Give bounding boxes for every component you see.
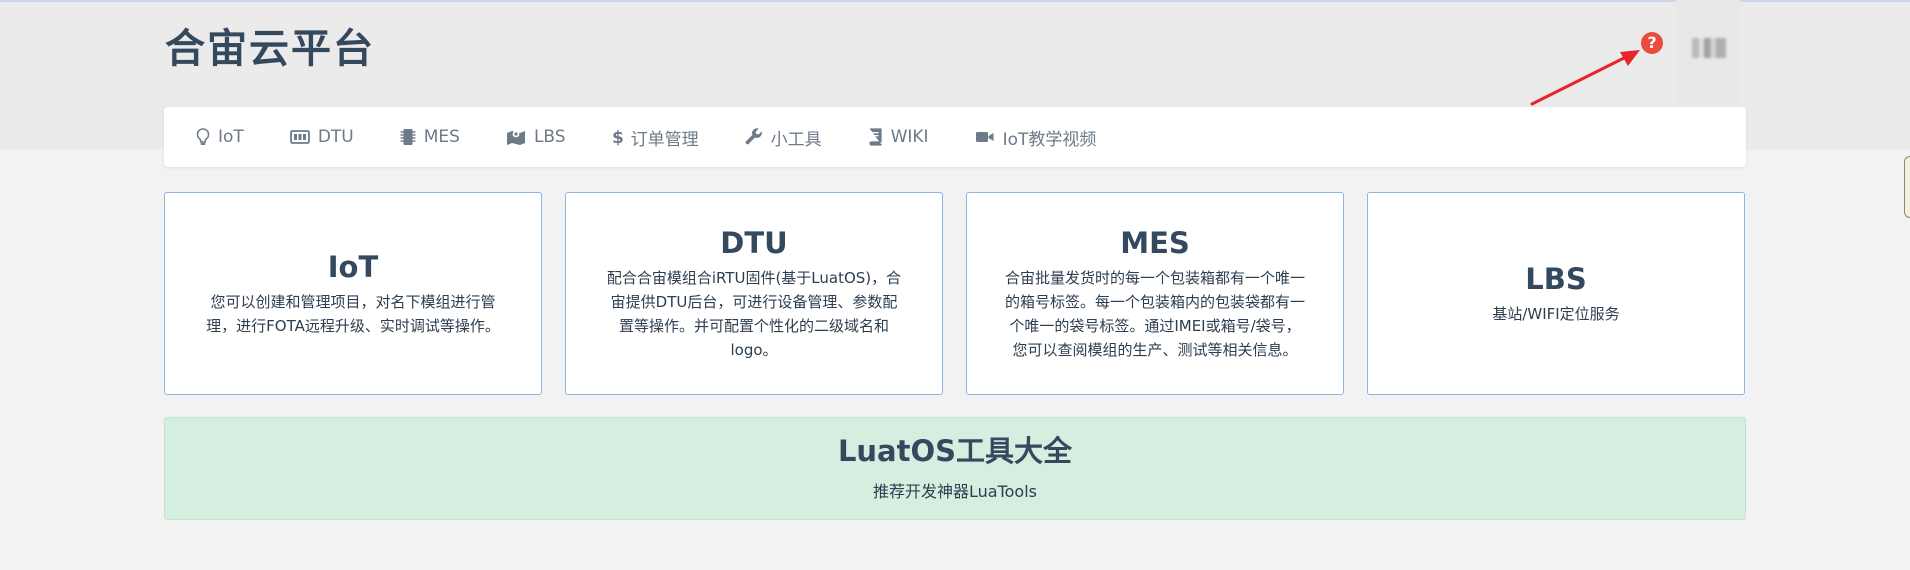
nav-item-label: DTU: [317, 127, 354, 147]
nav-item-iot[interactable]: IoT: [196, 127, 244, 147]
nav-item-label: WIKI: [890, 127, 929, 147]
avatar[interactable]: [1692, 38, 1726, 58]
chip-icon: [400, 129, 416, 145]
card-title: IoT: [327, 249, 379, 284]
nav-item-label: IoT: [218, 127, 244, 147]
dollar-icon: $: [612, 128, 623, 146]
card-lbs[interactable]: LBS 基站/WIFI定位服务: [1367, 192, 1745, 395]
brand-title[interactable]: 合宙云平台: [165, 16, 375, 74]
wrench-icon: [745, 128, 762, 145]
luatools-banner[interactable]: LuatOS工具大全 推荐开发神器LuaTools: [164, 417, 1746, 520]
svg-text:$: $: [612, 128, 623, 146]
nav-item-orders[interactable]: $ 订单管理: [612, 125, 699, 150]
nav-item-label: IoT教学视频: [1002, 129, 1097, 150]
card-iot[interactable]: IoT 您可以创建和管理项目，对名下模组进行管理，进行FOTA远程升级、实时调试…: [164, 192, 542, 395]
nav-item-dtu[interactable]: DTU: [289, 127, 354, 147]
window-top-edge: [0, 0, 1910, 2]
annotation-arrow-icon: [1530, 50, 1640, 106]
card-description: 配合合宙模组合iRTU固件(基于LuatOS)，合宙提供DTU后台，可进行设备管…: [606, 268, 902, 359]
card-description: 合宙批量发货时的每一个包装箱都有一个唯一的箱号标签。每一个包装箱内的包装袋都有一…: [1005, 268, 1306, 359]
card-description: 您可以创建和管理项目，对名下模组进行管理，进行FOTA远程升级、实时调试等操作。: [206, 292, 500, 335]
card-title: LBS: [1525, 261, 1587, 296]
side-tab-handle[interactable]: [1904, 156, 1910, 218]
user-menu[interactable]: [1676, 0, 1740, 106]
banner-title: LuatOS工具大全: [837, 434, 1073, 468]
book-icon: [869, 128, 882, 146]
device-icon: [289, 130, 310, 144]
card-title: MES: [1120, 225, 1190, 260]
card-mes[interactable]: MES 合宙批量发货时的每一个包装箱都有一个唯一的箱号标签。每一个包装箱内的包装…: [966, 192, 1344, 395]
nav-item-wiki[interactable]: WIKI: [868, 127, 929, 147]
nav-item-tools[interactable]: 小工具: [745, 125, 822, 150]
nav-item-label: 小工具: [770, 129, 822, 150]
nav-item-videos[interactable]: IoT教学视频: [975, 125, 1097, 150]
nav-item-mes[interactable]: MES: [400, 127, 460, 147]
card-description: 基站/WIFI定位服务: [1492, 304, 1620, 323]
nav-item-label: MES: [423, 127, 460, 147]
lightbulb-icon: [196, 128, 210, 145]
card-title: DTU: [720, 225, 788, 260]
video-icon: [975, 132, 994, 142]
nav-item-label: 订单管理: [630, 129, 699, 150]
nav-item-label: LBS: [533, 127, 566, 147]
card-dtu[interactable]: DTU 配合合宙模组合iRTU固件(基于LuatOS)，合宙提供DTU后台，可进…: [565, 192, 943, 395]
nav-item-lbs[interactable]: LBS: [506, 127, 566, 147]
main-nav: IoT DTU MES LBS $ 订单管理 小工具 WIKI IoT教学视频: [164, 107, 1746, 167]
banner-subtitle: 推荐开发神器LuaTools: [873, 482, 1037, 501]
map-icon: [506, 130, 525, 145]
